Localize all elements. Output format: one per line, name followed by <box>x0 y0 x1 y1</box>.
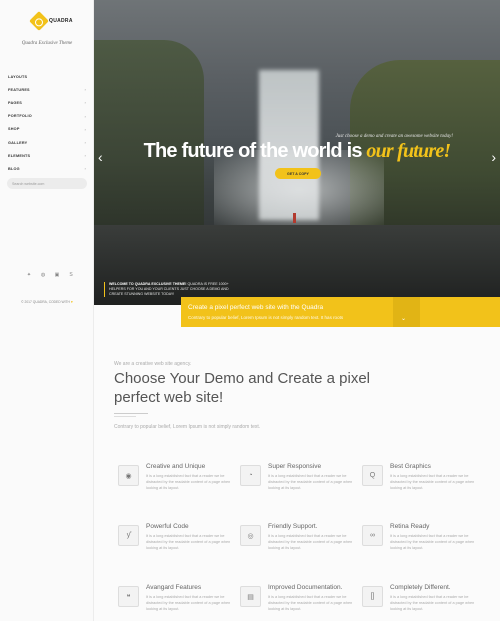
copyright-text: © 2017 QUADRA, CODED WITH <box>21 300 70 304</box>
feature-text: It is a long established fact that a rea… <box>146 474 231 490</box>
intro-eyebrow: We are a creative web site agency. <box>114 361 192 367</box>
callout-toggle[interactable] <box>393 297 420 327</box>
chevron-right-icon: › <box>84 87 86 93</box>
feature-text: It is a long established fact that a rea… <box>146 534 231 550</box>
chevron-right-icon: › <box>84 153 86 159</box>
feature-title: Best Graphics <box>390 463 431 470</box>
sidebar-item-layouts[interactable]: LAYOUTS <box>0 70 94 83</box>
feature-title: Completely Different. <box>390 584 451 591</box>
slider-prev-icon[interactable]: ‹ <box>98 150 103 164</box>
copyright: © 2017 QUADRA, CODED WITH ♥ <box>0 300 94 304</box>
feature-title: Retina Ready <box>390 523 430 530</box>
feature-title: Super Responsive <box>268 463 322 470</box>
glasses-icon: ∞ <box>362 525 383 546</box>
hero-title: The future of the world is our future! <box>94 140 500 163</box>
feature-title: Avangard Features <box>146 584 202 591</box>
callout-title: Create a pixel perfect web site with the… <box>188 304 324 311</box>
get-a-copy-button[interactable]: GET A COPY <box>275 168 321 179</box>
sidebar-item-blog[interactable]: BLOG › <box>0 162 94 175</box>
sidebar-item-gallery[interactable]: GALLERY › <box>0 136 94 149</box>
callout-bar[interactable]: Create a pixel perfect web site with the… <box>181 297 500 327</box>
document-icon: ▤ <box>240 586 261 607</box>
main-content: We are a creative web site agency. Choos… <box>94 305 500 621</box>
sidebar-item-label: ELEMENTS <box>8 153 31 158</box>
hero-title-main: The future of the world is <box>143 140 367 162</box>
skype-icon[interactable]: S <box>68 272 74 278</box>
social-links: ✦ ◍ ▣ S <box>26 272 74 278</box>
target-icon: ◉ <box>118 465 139 486</box>
divider <box>114 413 148 414</box>
welcome-text: WELCOME TO QUADRA EXCLUSIVE THEME! QUADR… <box>104 282 234 297</box>
magnifier-icon: Q <box>362 465 383 486</box>
sidebar-item-label: LAYOUTS <box>8 74 28 79</box>
divider <box>114 416 136 417</box>
sidebar-item-pages[interactable]: PAGES › <box>0 96 94 109</box>
sidebar-item-label: GALLERY <box>8 140 28 145</box>
sidebar-item-label: PAGES <box>8 100 23 105</box>
chevron-right-icon: › <box>84 113 86 119</box>
feature-text: It is a long established fact that a rea… <box>146 595 231 611</box>
logo-text: QUADRA <box>49 18 73 24</box>
logo[interactable]: QUADRA <box>29 11 73 31</box>
chevron-right-icon: › <box>84 100 86 106</box>
hero-subtitle: Just choose a demo and create an awesome… <box>335 134 453 139</box>
sidebar: QUADRA Quadra Exclusive Theme LAYOUTS FE… <box>0 0 94 621</box>
hero-title-accent: our future! <box>366 140 451 162</box>
sidebar-item-portfolio[interactable]: PORTFOLIO › <box>0 110 94 123</box>
sidebar-item-label: SHOP <box>8 127 20 132</box>
sidebar-item-features[interactable]: FEATURES › <box>0 83 94 96</box>
sidebar-item-label: BLOG <box>8 166 20 171</box>
welcome-bold: WELCOME TO QUADRA EXCLUSIVE THEME! <box>109 282 187 286</box>
brand-tagline: Quadra Exclusive Theme <box>21 41 73 46</box>
feature-title: Powerful Code <box>146 523 189 530</box>
page: QUADRA Quadra Exclusive Theme LAYOUTS FE… <box>0 0 500 621</box>
feature-title: Improved Documentation. <box>268 584 343 591</box>
chevron-right-icon: › <box>84 126 86 132</box>
sidebar-nav: LAYOUTS FEATURES › PAGES › PORTFOLIO › SHOP… <box>0 70 94 176</box>
code-brackets-icon: [] <box>362 586 383 607</box>
hero-background-person <box>293 213 296 223</box>
instagram-icon[interactable]: ▣ <box>54 272 60 278</box>
hero-slider: Just choose a demo and create an awesome… <box>94 0 500 305</box>
feature-text: It is a long established fact that a rea… <box>268 534 353 550</box>
lifebuoy-icon: ◎ <box>240 525 261 546</box>
twitter-icon[interactable]: ✦ <box>26 272 32 278</box>
sidebar-item-label: FEATURES <box>8 87 30 92</box>
feature-title: Friendly Support. <box>268 523 318 530</box>
chevron-right-icon: › <box>84 166 86 172</box>
chevron-down-icon[interactable]: ⌄ <box>401 315 406 322</box>
chat-icon: ❝ <box>118 586 139 607</box>
chevron-right-icon: › <box>84 140 86 146</box>
search-input[interactable]: Search website.com <box>7 178 87 189</box>
feature-title: Creative and Unique <box>146 463 206 470</box>
feature-text: It is a long established fact that a rea… <box>390 595 475 611</box>
sidebar-item-shop[interactable]: SHOP › <box>0 123 94 136</box>
dribbble-icon[interactable]: ◍ <box>40 272 46 278</box>
compass-icon: ◔ <box>240 465 261 486</box>
logo-icon <box>29 11 49 31</box>
feature-text: It is a long established fact that a rea… <box>390 474 475 490</box>
intro-heading: Choose Your Demo and Create a pixel perf… <box>114 370 370 406</box>
sidebar-item-label: PORTFOLIO <box>8 114 32 119</box>
intro-lead: Contrary to popular belief, Lorem Ipsum … <box>114 424 261 430</box>
sidebar-item-elements[interactable]: ELEMENTS › <box>0 149 94 162</box>
slider-next-icon[interactable]: › <box>491 150 496 164</box>
feature-text: It is a long established fact that a rea… <box>390 534 475 550</box>
code-icon: ƴ <box>118 525 139 546</box>
callout-subtitle: Contrary to popular belief, Lorem Ipsum … <box>188 315 344 320</box>
heart-icon: ♥ <box>70 300 73 304</box>
feature-text: It is a long established fact that a rea… <box>268 595 353 611</box>
feature-text: It is a long established fact that a rea… <box>268 474 353 490</box>
